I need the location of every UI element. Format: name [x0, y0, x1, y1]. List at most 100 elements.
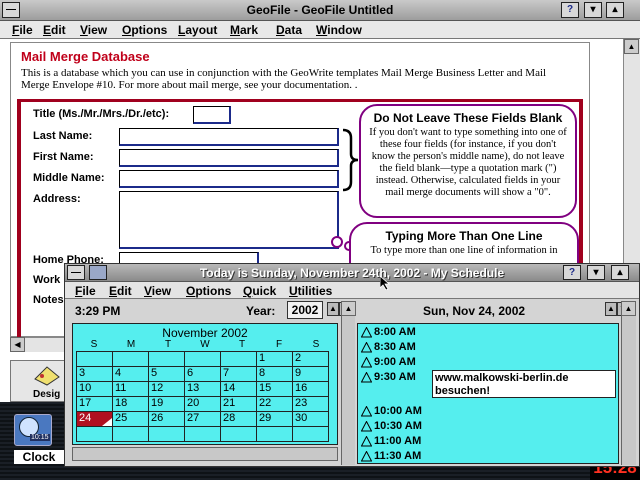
calendar-day-cell[interactable] [220, 351, 257, 367]
title-field[interactable] [193, 106, 231, 124]
appointment-row[interactable]: 10:00 AM [358, 405, 618, 420]
calendar-day-cell[interactable] [184, 426, 221, 442]
sched-menu-view[interactable]: View [144, 284, 171, 298]
calendar-day-cell[interactable]: 14 [220, 381, 257, 397]
calendar-day-cell[interactable]: 5 [148, 366, 185, 382]
calendar-day-cell[interactable]: 2 [292, 351, 329, 367]
calendar-day-cell[interactable] [292, 426, 329, 442]
sched-menu-file[interactable]: File [75, 284, 96, 298]
appointment-row[interactable]: 8:00 AM [358, 326, 618, 341]
calendar-day-cell[interactable]: 6 [184, 366, 221, 382]
alarm-bell-icon[interactable] [361, 436, 372, 447]
menu-edit[interactable]: Edit [43, 23, 66, 37]
calendar-day-cell[interactable] [112, 426, 149, 442]
appointment-row[interactable]: 8:30 AM [358, 341, 618, 356]
calendar-day-cell[interactable]: 1 [256, 351, 293, 367]
sched-menu-options[interactable]: Options [186, 284, 231, 298]
alarm-bell-icon[interactable] [361, 327, 372, 338]
address-field[interactable] [119, 191, 339, 249]
sched-menu-utilities[interactable]: Utilities [289, 284, 332, 298]
menu-file[interactable]: File [12, 23, 33, 37]
alarm-bell-icon[interactable] [361, 372, 372, 383]
sched-menu-quick[interactable]: Quick [243, 284, 276, 298]
help-button[interactable]: ? [561, 2, 579, 18]
calendar-day-cell[interactable]: 8 [256, 366, 293, 382]
calendar-day-cell[interactable]: 13 [184, 381, 221, 397]
calendar-day-cell[interactable]: 11 [112, 381, 149, 397]
calendar-day-cell[interactable]: 7 [220, 366, 257, 382]
calendar-horizontal-scrollbar[interactable] [72, 447, 338, 461]
first-name-field[interactable] [119, 149, 339, 167]
calendar-day-cell[interactable]: 19 [148, 396, 185, 412]
alarm-bell-icon[interactable] [361, 451, 372, 462]
year-field[interactable]: 2002 [287, 301, 323, 319]
menu-window[interactable]: Window [316, 23, 362, 37]
maximize-button[interactable]: ▴ [606, 2, 624, 18]
calendar-day-cell[interactable]: 27 [184, 411, 221, 427]
calendar-day-cell[interactable] [148, 426, 185, 442]
last-name-field[interactable] [119, 128, 339, 146]
appointment-row[interactable]: 9:00 AM [358, 356, 618, 371]
calendar-day-cell[interactable]: 26 [148, 411, 185, 427]
alarm-bell-icon[interactable] [361, 342, 372, 353]
calendar-day-cell[interactable]: 28 [220, 411, 257, 427]
alarm-bell-icon[interactable] [361, 421, 372, 432]
calendar-day-cell[interactable] [76, 351, 113, 367]
calendar-day-cell[interactable]: 24 [76, 411, 113, 427]
calendar-day-cell[interactable]: 15 [256, 381, 293, 397]
middle-name-field[interactable] [119, 170, 339, 188]
calendar-day-cell[interactable] [184, 351, 221, 367]
appt-scroll-up-icon[interactable]: ▲ [621, 301, 636, 316]
minimize-button[interactable]: ▾ [584, 2, 602, 18]
appointment-row[interactable]: 9:30 AM www.malkowski-berlin.de besuchen! [358, 370, 618, 398]
calendar-day-cell[interactable]: 17 [76, 396, 113, 412]
menu-options[interactable]: Options [122, 23, 167, 37]
menu-view[interactable]: View [80, 23, 107, 37]
calendar-day-cell[interactable] [76, 426, 113, 442]
calendar-day-cell[interactable]: 9 [292, 366, 329, 382]
calendar-day-cell[interactable] [148, 351, 185, 367]
calendar-day-cell[interactable]: 12 [148, 381, 185, 397]
year-up-icon[interactable]: ▲ [327, 302, 339, 316]
schedule-maximize-button[interactable]: ▴ [611, 265, 629, 280]
calendar-day-cell[interactable]: 16 [292, 381, 329, 397]
sched-menu-edit[interactable]: Edit [109, 284, 132, 298]
calendar-day-cell[interactable] [256, 426, 293, 442]
clock-icon[interactable]: 10:15 [14, 414, 52, 446]
cal-scroll-up-icon[interactable]: ▲ [341, 301, 356, 316]
calendar-day-cell[interactable]: 20 [184, 396, 221, 412]
menu-data[interactable]: Data [276, 23, 302, 37]
calendar-day-cell[interactable]: 10 [76, 381, 113, 397]
calendar-day-cell[interactable] [220, 426, 257, 442]
appointment-row[interactable]: 10:30 AM [358, 420, 618, 435]
scroll-up-arrow-icon[interactable]: ▲ [624, 39, 639, 54]
appointment-row[interactable]: 11:00 AM [358, 435, 618, 450]
date-prev-icon[interactable]: ▲ [605, 302, 617, 316]
current-time: 3:29 PM [75, 304, 121, 318]
menu-layout[interactable]: Layout [178, 23, 217, 37]
calendar-day-cell[interactable]: 3 [76, 366, 113, 382]
geofile-titlebar[interactable]: — GeoFile - GeoFile Untitled ? ▾ ▴ [0, 0, 640, 21]
menu-mark[interactable]: Mark [230, 23, 258, 37]
schedule-minimize-button[interactable]: ▾ [587, 265, 605, 280]
scroll-left-arrow-icon[interactable]: ◀ [10, 337, 25, 352]
appointment-scrollbar[interactable]: ▲ [621, 301, 636, 465]
schedule-titlebar[interactable]: — Today is Sunday, November 24th, 2002 -… [65, 264, 639, 282]
calendar-day-cell[interactable]: 21 [220, 396, 257, 412]
calendar-day-cell[interactable]: 22 [256, 396, 293, 412]
appointment-row[interactable]: 11:30 AM [358, 450, 618, 463]
design-mode-button[interactable]: Desig [10, 360, 68, 402]
schedule-help-button[interactable]: ? [563, 265, 581, 280]
calendar-day-cell[interactable] [112, 351, 149, 367]
calendar-day-cell[interactable]: 25 [112, 411, 149, 427]
calendar-day-cell[interactable]: 18 [112, 396, 149, 412]
calendar-day-cell[interactable]: 23 [292, 396, 329, 412]
calendar-scrollbar[interactable]: ▲ [341, 301, 356, 465]
calendar-day-cell[interactable]: 4 [112, 366, 149, 382]
appointment-note[interactable]: www.malkowski-berlin.de besuchen! [432, 370, 616, 398]
alarm-bell-icon[interactable] [361, 406, 372, 417]
clock-app[interactable]: 10:15 Clock [14, 414, 64, 464]
calendar-day-cell[interactable]: 30 [292, 411, 329, 427]
alarm-bell-icon[interactable] [361, 357, 372, 368]
calendar-day-cell[interactable]: 29 [256, 411, 293, 427]
